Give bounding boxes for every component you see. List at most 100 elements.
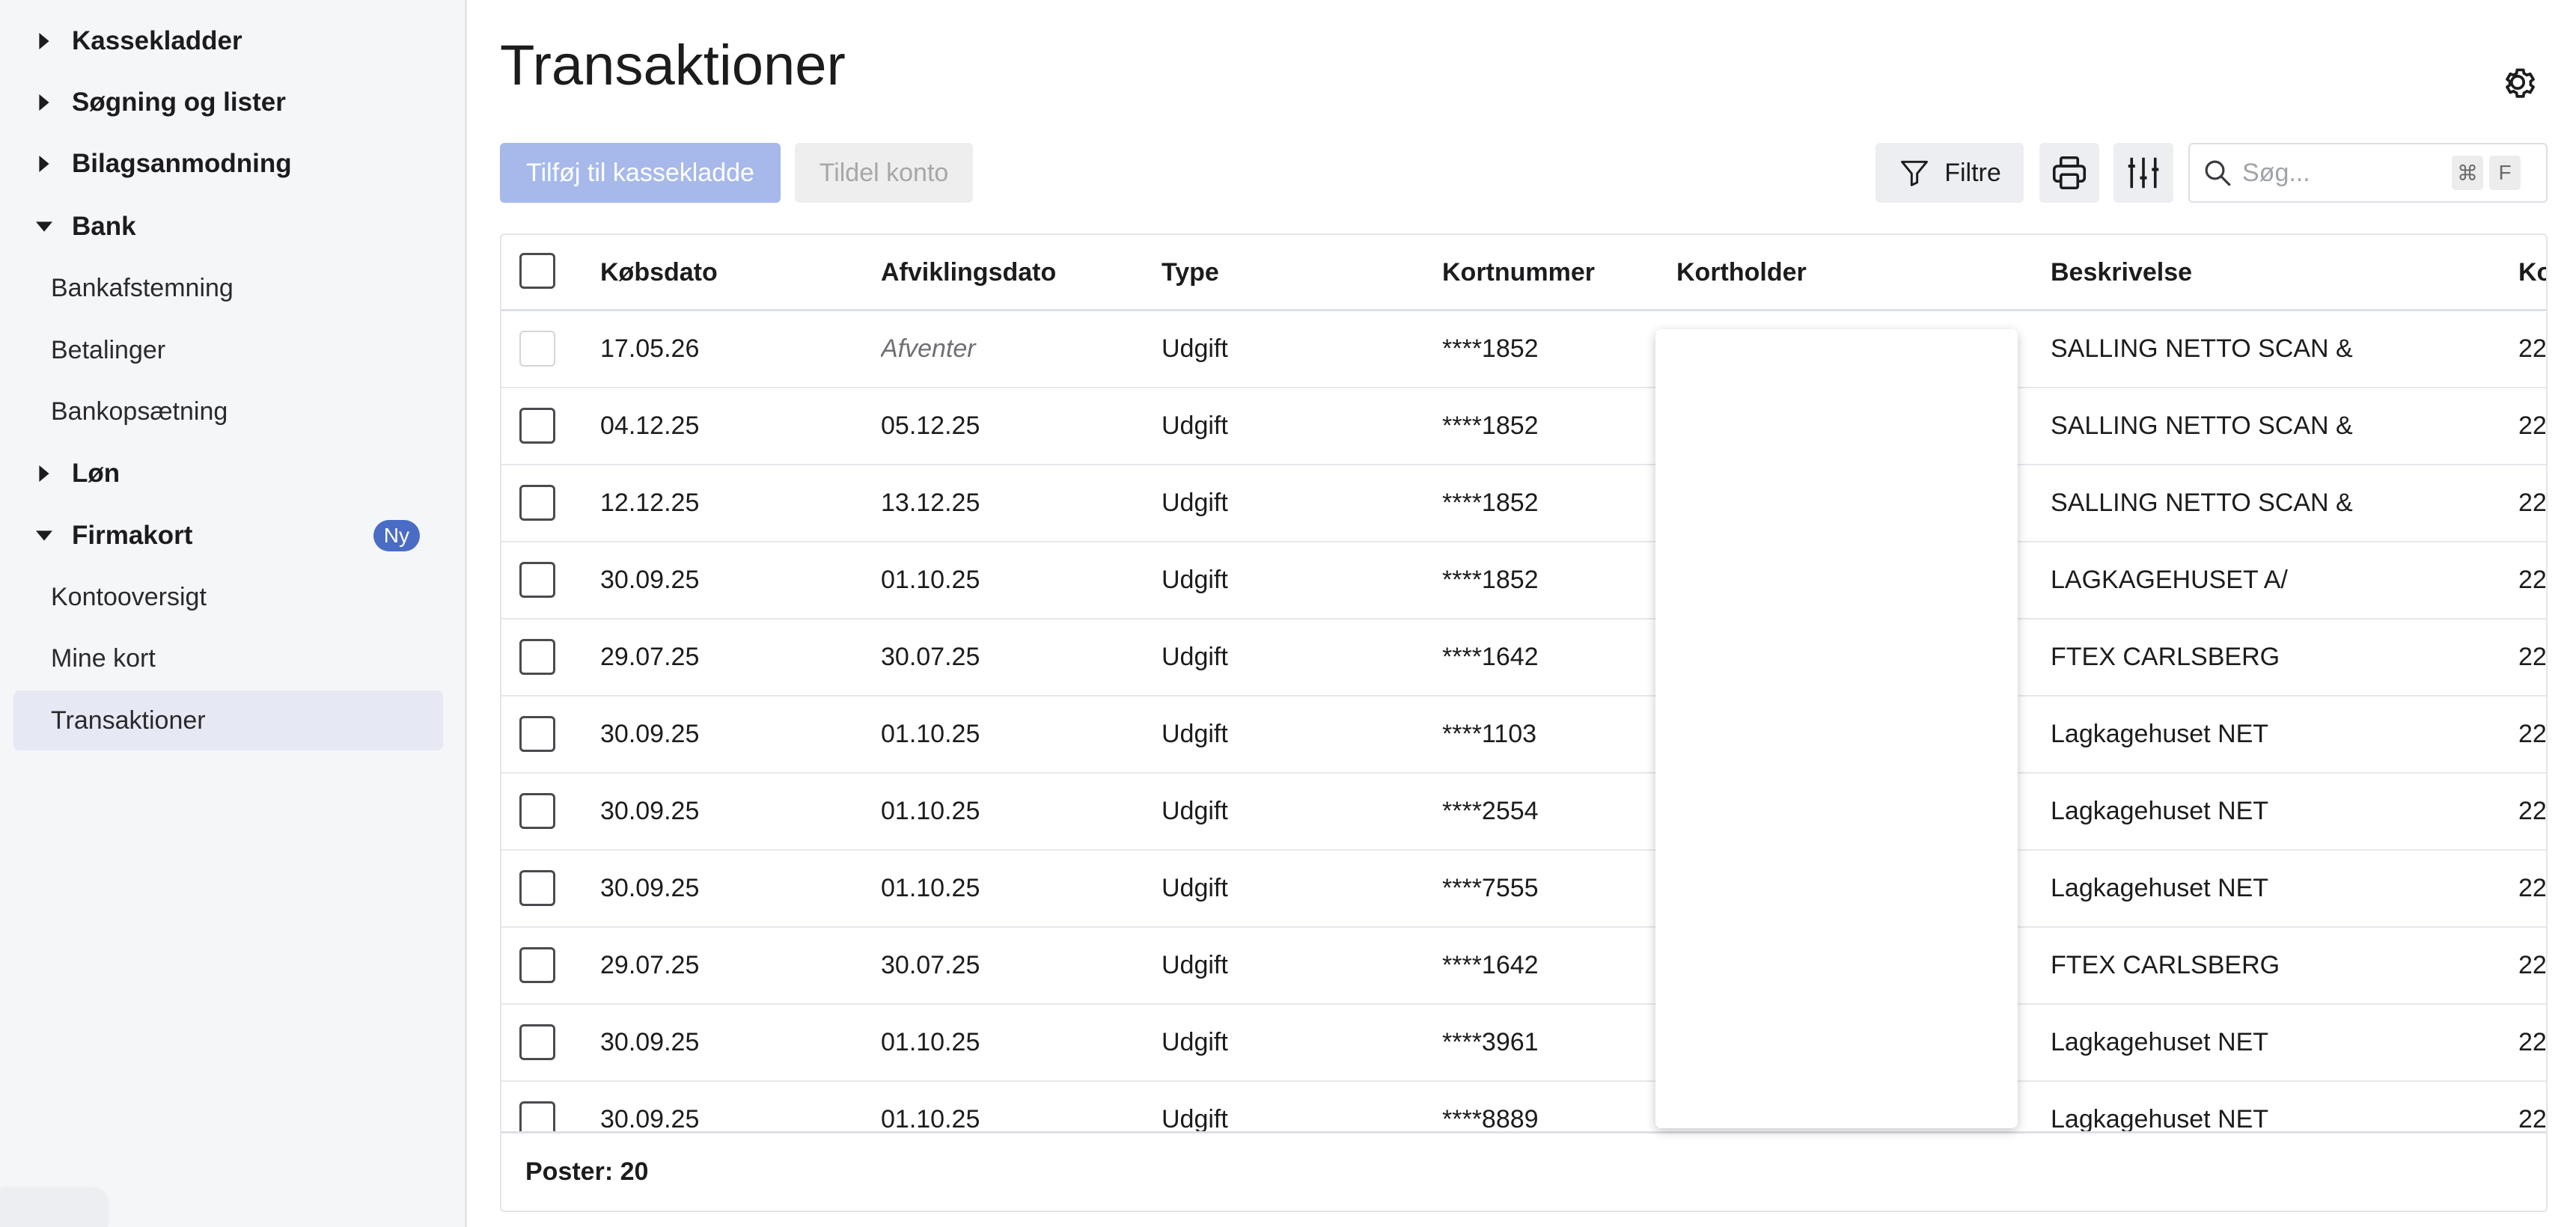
table-row[interactable]: 30.09.25 01.10.25 Udgift ****2554 Lagkag… [501, 774, 2546, 851]
caret-right-icon [30, 27, 58, 55]
cell-card-number: ****7555 [1442, 873, 1539, 902]
filter-button[interactable]: Filtre [1875, 143, 2024, 203]
row-checkbox[interactable] [519, 716, 555, 752]
cell-settlement-date: 01.10.25 [881, 1027, 980, 1056]
cell-truncated: 22 [2518, 411, 2547, 440]
sidebar-item-kontooversigt[interactable]: Kontooversigt [13, 567, 443, 627]
caret-right-icon [30, 88, 58, 117]
cell-type: Udgift [1162, 642, 1228, 671]
page-title: Transaktioner [500, 34, 846, 97]
cell-type: Udgift [1162, 796, 1228, 825]
sidebar-group-label: Kassekladder [72, 26, 242, 55]
sidebar-group-firmakort[interactable]: Firmakort Ny [0, 505, 465, 566]
cell-settlement-date: 30.07.25 [881, 950, 980, 979]
select-all-checkbox[interactable] [519, 253, 555, 289]
cell-truncated: 22 [2518, 950, 2547, 979]
print-button[interactable] [2039, 143, 2099, 203]
caret-right-icon [30, 150, 58, 178]
sliders-icon [2128, 157, 2159, 189]
row-checkbox[interactable] [519, 870, 555, 906]
cell-truncated: 22 [2518, 642, 2547, 671]
column-header-truncated[interactable]: Ko [2518, 235, 2546, 310]
table-row[interactable]: 12.12.25 13.12.25 Udgift ****1852 SALLIN… [501, 465, 2546, 542]
table-row[interactable]: 30.09.25 01.10.25 Udgift ****3961 Lagkag… [501, 1005, 2546, 1082]
table-footer-count: Poster: 20 [501, 1131, 2546, 1211]
cell-settlement-date: 01.10.25 [881, 565, 980, 594]
row-checkbox[interactable] [519, 331, 555, 367]
cell-description: SALLING NETTO SCAN & [2051, 411, 2353, 440]
cell-card-number: ****1642 [1442, 642, 1539, 671]
cell-purchase-date: 30.09.25 [600, 1027, 700, 1056]
sidebar-item-mine-kort[interactable]: Mine kort [13, 628, 443, 688]
sidebar-group-loen[interactable]: Løn [0, 443, 465, 504]
table-row[interactable]: 29.07.25 30.07.25 Udgift ****1642 FTEX C… [501, 928, 2546, 1005]
add-to-journal-button[interactable]: Tilføj til kassekladde [500, 143, 781, 203]
sidebar-item-betalinger[interactable]: Betalinger [13, 320, 443, 380]
cell-type: Udgift [1162, 488, 1228, 517]
table-row[interactable]: 17.05.26 Afventer Udgift ****1852 SALLIN… [501, 311, 2546, 388]
sidebar-group-label: Firmakort [72, 521, 193, 550]
column-header-settlement-date[interactable]: Afviklingsdato [881, 235, 1056, 310]
assign-account-button[interactable]: Tildel konto [795, 143, 973, 203]
cell-card-number: ****1642 [1442, 950, 1539, 979]
sidebar-item-bankafstemning[interactable]: Bankafstemning [13, 258, 443, 318]
row-checkbox[interactable] [519, 793, 555, 829]
search-input[interactable] [2241, 157, 2446, 189]
table-row[interactable]: 30.09.25 01.10.25 Udgift ****1852 LAGKAG… [501, 542, 2546, 619]
column-header-type[interactable]: Type [1162, 235, 1219, 310]
caret-down-icon [30, 521, 58, 550]
cell-purchase-date: 30.09.25 [600, 565, 700, 594]
row-checkbox[interactable] [519, 562, 555, 598]
cell-purchase-date: 04.12.25 [600, 411, 700, 440]
sidebar-group-bilagsanmodning[interactable]: Bilagsanmodning [0, 133, 465, 195]
cell-description: Lagkagehuset NET [2051, 796, 2269, 825]
sidebar-group-label: Bank [72, 212, 136, 241]
row-checkbox[interactable] [519, 947, 555, 983]
cell-description: LAGKAGEHUSET A/ [2051, 565, 2288, 594]
sidebar-item-label: Betalinger [51, 335, 166, 364]
column-header-card-number[interactable]: Kortnummer [1442, 235, 1595, 310]
sidebar-item-transaktioner[interactable]: Transaktioner [13, 691, 443, 750]
cell-description: SALLING NETTO SCAN & [2051, 334, 2353, 363]
table-row[interactable]: 29.07.25 30.07.25 Udgift ****1642 FTEX C… [501, 619, 2546, 697]
row-checkbox[interactable] [519, 1024, 555, 1060]
cell-truncated: 22 [2518, 873, 2547, 902]
cell-card-number: ****1852 [1442, 411, 1539, 440]
cell-truncated: 22 [2518, 796, 2547, 825]
column-header-card-holder[interactable]: Kortholder [1676, 235, 1807, 310]
filter-button-label: Filtre [1944, 158, 2001, 187]
column-settings-button[interactable] [2113, 143, 2173, 203]
cell-card-number: ****1852 [1442, 334, 1539, 363]
settings-button[interactable] [2497, 61, 2539, 103]
cell-type: Udgift [1162, 719, 1228, 748]
cell-settlement-date: 05.12.25 [881, 411, 980, 440]
row-checkbox[interactable] [519, 485, 555, 521]
table-row[interactable]: 04.12.25 05.12.25 Udgift ****1852 SALLIN… [501, 388, 2546, 465]
cell-card-number: ****3961 [1442, 1027, 1539, 1056]
column-header-description[interactable]: Beskrivelse [2051, 235, 2192, 310]
table-row[interactable]: 30.09.25 01.10.25 Udgift ****7555 Lagkag… [501, 851, 2546, 928]
cell-description: Lagkagehuset NET [2051, 719, 2269, 748]
sidebar-item-bankopsaetning[interactable]: Bankopsætning [13, 382, 443, 441]
sidebar-group-bank[interactable]: Bank [0, 196, 465, 257]
shortcut-key-cmd: ⌘ [2452, 156, 2483, 190]
sidebar-group-label: Løn [72, 459, 120, 488]
card-holder-popover[interactable] [1655, 329, 2018, 1128]
chat-widget-tab[interactable] [0, 1190, 108, 1227]
cell-description: FTEX CARLSBERG [2051, 642, 2280, 671]
sidebar-item-label: Kontooversigt [51, 582, 207, 611]
search-box: ⌘ F [2188, 143, 2548, 203]
column-header-purchase-date[interactable]: Købsdato [600, 235, 718, 310]
sidebar-item-label: Bankafstemning [51, 273, 234, 302]
table-row[interactable]: 30.09.25 01.10.25 Udgift ****1103 Lagkag… [501, 697, 2546, 774]
sidebar-group-soegning[interactable]: Søgning og lister [0, 72, 465, 133]
cell-truncated: 22 [2518, 488, 2547, 517]
cell-truncated: 22 [2518, 719, 2547, 748]
row-checkbox[interactable] [519, 639, 555, 675]
cell-settlement-date: 01.10.25 [881, 796, 980, 825]
row-checkbox[interactable] [519, 408, 555, 444]
cell-purchase-date: 30.09.25 [600, 719, 700, 748]
shortcut-key-f: F [2489, 156, 2521, 190]
sidebar-group-kassekladder[interactable]: Kassekladder [0, 10, 465, 72]
cell-description: SALLING NETTO SCAN & [2051, 488, 2353, 517]
